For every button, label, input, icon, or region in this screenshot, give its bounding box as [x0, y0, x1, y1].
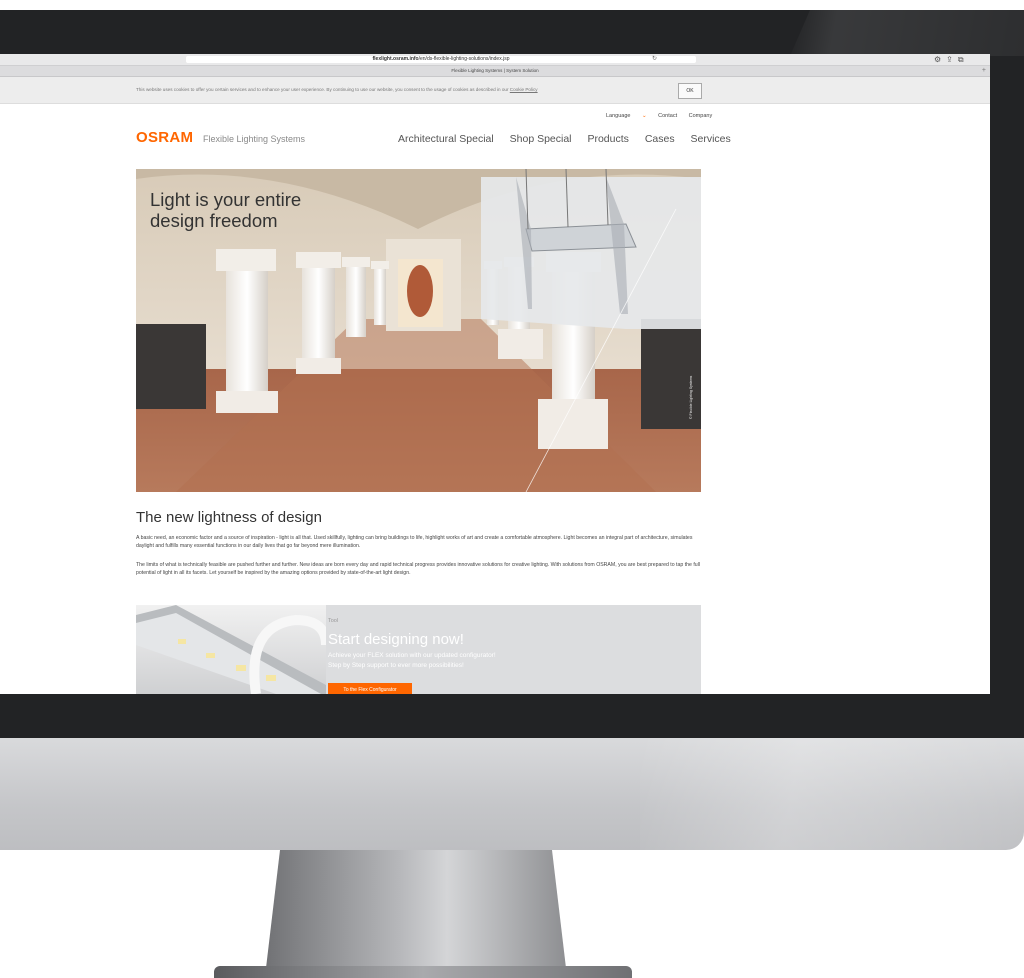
browser-tab-title[interactable]: Flexible Lighting Systems | System Solut… [451, 68, 538, 73]
company-link[interactable]: Company [689, 113, 713, 119]
url-host: flexlight.osram.info [372, 56, 419, 62]
language-selector[interactable]: Language ⌄ [596, 113, 647, 119]
browser-tab-bar: Flexible Lighting Systems | System Solut… [0, 66, 990, 77]
chevron-down-icon: ⌄ [642, 113, 647, 119]
promo-title: Start designing now! [328, 631, 464, 648]
intro-paragraph-2: The limits of what is technically feasib… [136, 562, 700, 576]
browser-toolbar: flexlight.osram.info/en/ds-flexible-ligh… [0, 54, 990, 66]
hero-image[interactable]: Light is your entire design freedom © Fl… [136, 169, 701, 492]
nav-architectural-special[interactable]: Architectural Special [398, 133, 494, 145]
monitor-reflection [790, 10, 1024, 56]
monitor-screen: flexlight.osram.info/en/ds-flexible-ligh… [0, 54, 990, 694]
configurator-button[interactable]: To the Flex Configurator [328, 683, 412, 694]
monitor-stand [266, 850, 566, 968]
contact-link[interactable]: Contact [658, 113, 677, 119]
cookie-text: This website uses cookies to offer you c… [136, 87, 538, 92]
url-path: /en/ds-flexible-lighting-solutions/index… [418, 56, 510, 62]
nav-shop-special[interactable]: Shop Special [510, 133, 572, 145]
monitor-stand-base [214, 966, 632, 978]
hero-title: Light is your entire design freedom [150, 189, 301, 231]
monitor-chin [0, 738, 1024, 850]
section-title: The new lightness of design [136, 509, 322, 526]
address-bar[interactable]: flexlight.osram.info/en/ds-flexible-ligh… [186, 56, 696, 63]
nav-cases[interactable]: Cases [645, 133, 675, 145]
promo-text: Achieve your FLEX solution with our upda… [328, 651, 496, 671]
main-nav: Architectural Special Shop Special Produ… [398, 133, 744, 145]
nav-services[interactable]: Services [691, 133, 731, 145]
utility-links: Language ⌄ Contact Company [586, 113, 712, 119]
image-credit: © Flexible Lighting Systems [689, 375, 693, 419]
site-tagline: Flexible Lighting Systems [203, 134, 306, 144]
cookie-banner: This website uses cookies to offer you c… [0, 77, 990, 104]
led-strip-illustration [136, 605, 331, 694]
intro-paragraph-1: A basic need, an economic factor and a s… [136, 535, 693, 549]
osram-logo[interactable]: OSRAM [136, 129, 193, 146]
reload-icon[interactable]: ↻ [652, 55, 657, 64]
led-strip-image [136, 605, 331, 694]
hero-title-line2: design freedom [150, 210, 278, 231]
nav-products[interactable]: Products [587, 133, 628, 145]
hero-title-line1: Light is your entire [150, 189, 302, 210]
cookie-policy-link[interactable]: Cookie Policy [510, 87, 538, 92]
promo-line-1: Achieve your FLEX solution with our upda… [328, 652, 496, 659]
browser-action-icons[interactable]: ⚙⇪⧉ [934, 54, 969, 65]
promo-line-2: Step by Step support to ever more possib… [328, 662, 464, 669]
configurator-promo: Tool Start designing now! Achieve your F… [136, 605, 701, 694]
new-tab-icon[interactable]: + [982, 66, 986, 76]
cookie-ok-button[interactable]: OK [678, 83, 702, 99]
promo-tag: Tool [328, 618, 339, 624]
